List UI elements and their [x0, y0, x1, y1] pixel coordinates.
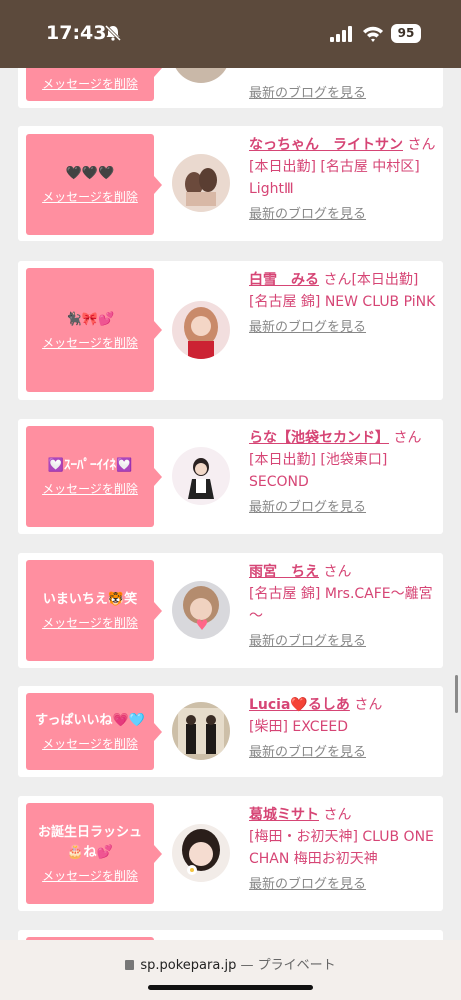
message-text: 🐈‍⬛🎀💕 [65, 311, 115, 327]
message-bubble: 🐈‍⬛🎀💕 メッセージを削除 [26, 268, 162, 392]
status-bar: 17:43 95 [0, 0, 461, 68]
honorific: さん [354, 697, 383, 713]
girl-name-link[interactable]: らな【池袋セカンド】 [249, 430, 389, 446]
delete-message-link[interactable]: メッセージを削除 [42, 334, 138, 351]
girl-info: 雨宮 ちえ さん [名古屋 錦] Mrs.CAFE～離宮～ 最新のブログを見る [249, 561, 437, 653]
message-text: いまいちえ🐯笑 [42, 592, 138, 607]
message-bubble: お誕生日ラッシュ🎂ね💕 メッセージを削除 [26, 803, 162, 904]
delete-message-link[interactable]: メッセージを削除 [42, 614, 138, 631]
message-bubble: 🖤🖤🖤 メッセージを削除 [26, 134, 162, 235]
message-bubble: 💟ｽｰﾊﾟｰｲｲﾈ💟 メッセージを削除 [26, 426, 162, 527]
latest-blog-link[interactable]: 最新のブログを見る [249, 317, 366, 339]
shop-info: [本日出勤] [名古屋 中村区] LightⅢ [249, 159, 420, 197]
latest-blog-link[interactable]: 最新のブログを見る [249, 631, 366, 653]
honorific: さん [323, 564, 352, 580]
honorific: さん [407, 137, 436, 153]
url-separator: — [236, 958, 258, 973]
url-display[interactable]: sp.pokepara.jp — プライベート [0, 954, 461, 973]
message-text: すっぱいいね💗🩵 [35, 713, 145, 728]
bell-muted-icon [104, 24, 122, 42]
lock-icon [125, 960, 135, 970]
latest-blog-link[interactable]: 最新のブログを見る [249, 204, 366, 226]
girl-info: らな【池袋セカンド】 さん [本日出勤] [池袋東口] SECOND 最新のブログ… [249, 427, 437, 519]
home-indicator[interactable] [148, 985, 313, 990]
url-domain: sp.pokepara.jp [140, 958, 237, 973]
avatar[interactable] [172, 154, 230, 212]
avatar[interactable] [172, 581, 230, 639]
delete-message-link[interactable]: メッセージを削除 [42, 867, 138, 884]
girl-info: 白雪 みる さん[本日出勤] [名古屋 錦] NEW CLUB PiNK 最新の… [249, 269, 437, 339]
delete-message-link[interactable]: メッセージを削除 [42, 75, 138, 92]
message-text: お誕生日ラッシュ🎂ね💕 [37, 825, 142, 860]
clock: 17:43 [46, 22, 107, 44]
avatar[interactable] [172, 702, 230, 760]
avatar[interactable] [172, 447, 230, 505]
message-list: メッセージを削除 最新のブログを見る 🖤🖤🖤 メッセージを削除 なっちゃん ライ… [0, 0, 461, 1000]
shop-info: [名古屋 錦] Mrs.CAFE～離宮～ [249, 586, 433, 624]
message-card: 💟ｽｰﾊﾟｰｲｲﾈ💟 メッセージを削除 らな【池袋セカンド】 さん [本日出勤] … [18, 419, 443, 534]
girl-name-link[interactable]: 葛城ミサト [249, 807, 319, 823]
message-card: 🖤🖤🖤 メッセージを削除 なっちゃん ライトサン さん [本日出勤] [名古屋 中… [18, 126, 443, 241]
latest-blog-link[interactable]: 最新のブログを見る [249, 83, 366, 105]
latest-blog-link[interactable]: 最新のブログを見る [249, 742, 366, 764]
girl-info: なっちゃん ライトサン さん [本日出勤] [名古屋 中村区] LightⅢ 最新… [249, 134, 437, 226]
message-bubble: いまいちえ🐯笑 メッセージを削除 [26, 560, 162, 661]
message-card: お誕生日ラッシュ🎂ね💕 メッセージを削除 葛城ミサト さん [梅田・お初天神] C… [18, 796, 443, 911]
message-card: 🐈‍⬛🎀💕 メッセージを削除 白雪 みる さん[本日出勤] [名古屋 錦] NE… [18, 261, 443, 400]
message-card: すっぱいいね💗🩵 メッセージを削除 Lucia❤️るしあ さん [柴田] EXCE… [18, 686, 443, 777]
signal-icon [330, 26, 352, 42]
girl-info: 最新のブログを見る [249, 79, 437, 105]
private-mode-label: プライベート [257, 958, 336, 973]
wifi-icon [363, 26, 383, 42]
browser-url-bar[interactable]: sp.pokepara.jp — プライベート [0, 940, 461, 1000]
shop-info: [本日出勤] [池袋東口] SECOND [249, 452, 388, 490]
girl-name-link[interactable]: なっちゃん ライトサン [249, 137, 403, 153]
avatar[interactable] [172, 301, 230, 359]
girl-name-link[interactable]: Lucia❤️るしあ [249, 697, 350, 713]
message-bubble: すっぱいいね💗🩵 メッセージを削除 [26, 693, 162, 770]
honorific: さん [323, 807, 352, 823]
latest-blog-link[interactable]: 最新のブログを見る [249, 497, 366, 519]
avatar[interactable] [172, 824, 230, 882]
scroll-indicator[interactable] [455, 675, 458, 713]
delete-message-link[interactable]: メッセージを削除 [42, 188, 138, 205]
girl-name-link[interactable]: 雨宮 ちえ [249, 564, 319, 580]
latest-blog-link[interactable]: 最新のブログを見る [249, 874, 366, 896]
girl-info: Lucia❤️るしあ さん [柴田] EXCEED 最新のブログを見る [249, 694, 437, 764]
girl-name-link[interactable]: 白雪 みる [249, 272, 319, 288]
message-text: 💟ｽｰﾊﾟｰｲｲﾈ💟 [47, 458, 133, 473]
message-card: いまいちえ🐯笑 メッセージを削除 雨宮 ちえ さん [名古屋 錦] Mrs.CAF… [18, 553, 443, 668]
honorific: さん [393, 430, 422, 446]
battery-icon: 95 [391, 24, 421, 43]
girl-info: 葛城ミサト さん [梅田・お初天神] CLUB ONE CHAN 梅田お初天神 最… [249, 804, 437, 896]
honorific: さん [323, 272, 352, 288]
delete-message-link[interactable]: メッセージを削除 [42, 480, 138, 497]
delete-message-link[interactable]: メッセージを削除 [42, 735, 138, 752]
message-text: 🖤🖤🖤 [65, 166, 115, 181]
shop-info: [柴田] EXCEED [249, 719, 349, 735]
shop-info: [梅田・お初天神] CLUB ONE CHAN 梅田お初天神 [249, 829, 434, 867]
